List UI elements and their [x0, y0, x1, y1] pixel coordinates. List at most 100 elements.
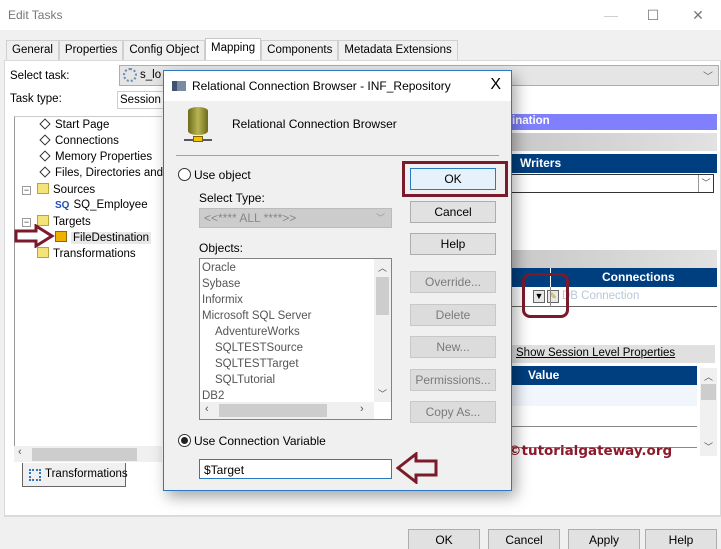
- task-type-label: Task type:: [10, 93, 62, 105]
- section-bar: [510, 133, 717, 151]
- target-icon: [55, 231, 67, 242]
- apply-button[interactable]: Apply: [568, 529, 640, 549]
- use-object-radio[interactable]: [178, 168, 191, 181]
- list-item[interactable]: SQLTESTTarget: [215, 358, 299, 370]
- database-icon: [184, 107, 212, 147]
- writers-dropdown[interactable]: ﹀: [510, 174, 714, 193]
- minimize-icon: —: [604, 7, 618, 23]
- help-button[interactable]: Help: [645, 529, 717, 549]
- scroll-right-icon[interactable]: ›: [360, 403, 364, 415]
- tab-metadata-extensions[interactable]: Metadata Extensions: [338, 40, 458, 60]
- override-button[interactable]: Override...: [410, 271, 496, 293]
- tree-item-files-directories[interactable]: Files, Directories and C: [39, 166, 175, 179]
- use-connection-variable-radio[interactable]: [178, 434, 191, 447]
- connection-value[interactable]: DB Connection: [562, 290, 639, 302]
- scroll-left-icon[interactable]: ‹: [18, 446, 22, 458]
- annotation-arrow-icon: [14, 224, 55, 248]
- tree-item-connections[interactable]: Connections: [39, 134, 119, 147]
- minimize-button[interactable]: —: [596, 4, 626, 26]
- select-task-value: s_lo: [140, 69, 162, 81]
- tree-item-memory-properties[interactable]: Memory Properties: [39, 150, 152, 163]
- list-item[interactable]: Microsoft SQL Server: [202, 310, 312, 322]
- table-row[interactable]: [510, 385, 697, 406]
- target-instance-header: ination: [510, 114, 717, 130]
- list-item[interactable]: Oracle: [202, 262, 236, 274]
- dialog-help-button[interactable]: Help: [410, 233, 496, 255]
- tree-item-label: Start Page: [55, 119, 110, 131]
- diamond-icon: [39, 166, 51, 178]
- select-type-label: Select Type:: [199, 191, 265, 205]
- list-item[interactable]: Informix: [202, 294, 243, 306]
- tree-item-label: Transformations: [53, 248, 136, 260]
- connection-variable-input[interactable]: $Target: [199, 459, 392, 479]
- tab-config-object[interactable]: Config Object: [123, 40, 206, 60]
- use-object-label[interactable]: Use object: [194, 168, 251, 182]
- diamond-icon: [39, 134, 51, 146]
- window-title: Edit Tasks: [8, 8, 63, 22]
- objects-horizontal-scrollbar[interactable]: ‹ ›: [200, 402, 374, 419]
- tree-horizontal-scrollbar[interactable]: ‹: [14, 446, 162, 462]
- connections-header: Connections: [602, 270, 675, 284]
- relational-connection-browser-dialog: Relational Connection Browser - INF_Repo…: [163, 70, 512, 491]
- cancel-button[interactable]: Cancel: [488, 529, 560, 549]
- dialog-cancel-button[interactable]: Cancel: [410, 201, 496, 223]
- tree-item-label: SQ_Employee: [73, 199, 148, 211]
- table-row[interactable]: [510, 406, 697, 427]
- scroll-up-icon[interactable]: ︿: [378, 261, 387, 274]
- watermark: ©tutorialgateway.org: [508, 443, 673, 459]
- objects-label: Objects:: [199, 241, 244, 255]
- divider: [4, 516, 721, 517]
- list-item[interactable]: SQLTutorial: [215, 374, 275, 386]
- scrollbar-thumb[interactable]: [701, 384, 716, 400]
- select-type-dropdown[interactable]: <<**** ALL ****>> ﹀: [199, 208, 392, 228]
- dialog-title-bar: Relational Connection Browser - INF_Repo…: [164, 71, 511, 101]
- list-item[interactable]: AdventureWorks: [215, 326, 300, 338]
- dialog-title: Relational Connection Browser - INF_Repo…: [192, 79, 451, 93]
- new-button[interactable]: New...: [410, 336, 496, 358]
- list-item[interactable]: Sybase: [202, 278, 240, 290]
- objects-vertical-scrollbar[interactable]: ︿ ﹀: [374, 259, 391, 402]
- maximize-button[interactable]: ☐: [638, 4, 668, 26]
- tree-item-transformations[interactable]: Transformations: [37, 247, 136, 260]
- copy-as-button[interactable]: Copy As...: [410, 401, 496, 423]
- properties-vertical-scrollbar[interactable]: ︿ ﹀: [700, 368, 717, 456]
- tree-item-start-page[interactable]: Start Page: [39, 118, 110, 131]
- folder-icon: [37, 247, 49, 258]
- tree-item-label: FileDestination: [71, 232, 152, 244]
- collapse-sources-toggle[interactable]: −: [22, 186, 31, 195]
- value-header: Value: [510, 366, 697, 385]
- divider: [176, 155, 499, 156]
- objects-list[interactable]: Oracle Sybase Informix Microsoft SQL Ser…: [199, 258, 392, 420]
- scrollbar-thumb[interactable]: [219, 404, 327, 417]
- scroll-up-icon[interactable]: ︿: [704, 370, 713, 383]
- tree-item-sq-employee[interactable]: SQ SQ_Employee: [55, 199, 148, 211]
- close-button[interactable]: ✕: [683, 4, 713, 26]
- transformations-tab[interactable]: Transformations: [22, 463, 128, 487]
- tab-components[interactable]: Components: [261, 40, 339, 60]
- delete-button[interactable]: Delete: [410, 304, 496, 326]
- scrollbar-thumb[interactable]: [376, 277, 389, 315]
- dialog-close-button[interactable]: X: [490, 76, 501, 94]
- tab-properties[interactable]: Properties: [58, 40, 124, 60]
- select-task-label: Select task:: [10, 70, 70, 82]
- scrollbar-thumb[interactable]: [32, 448, 137, 461]
- chevron-down-icon: ﹀: [703, 72, 713, 83]
- tab-general[interactable]: General: [6, 40, 59, 60]
- use-connection-variable-label[interactable]: Use Connection Variable: [194, 434, 326, 448]
- writers-header: Writers: [510, 154, 717, 173]
- list-item[interactable]: DB2: [202, 390, 224, 402]
- list-item[interactable]: SQLTESTSource: [215, 342, 303, 354]
- tab-mapping[interactable]: Mapping: [205, 38, 262, 60]
- tree-item-file-destination[interactable]: FileDestination: [55, 231, 152, 244]
- permissions-button[interactable]: Permissions...: [410, 369, 496, 391]
- show-session-level-properties-link[interactable]: Show Session Level Properties: [516, 347, 675, 359]
- scroll-down-icon[interactable]: ﹀: [704, 440, 713, 453]
- chevron-down-icon: ﹀: [375, 213, 385, 223]
- tree-item-sources[interactable]: Sources: [37, 183, 95, 196]
- gear-icon: [123, 68, 137, 82]
- ok-button[interactable]: OK: [408, 529, 480, 549]
- scroll-left-icon[interactable]: ‹: [205, 403, 209, 415]
- scroll-down-icon[interactable]: ﹀: [378, 387, 387, 400]
- dialog-ok-button[interactable]: OK: [410, 168, 496, 190]
- select-type-value: <<**** ALL ****>>: [204, 211, 297, 225]
